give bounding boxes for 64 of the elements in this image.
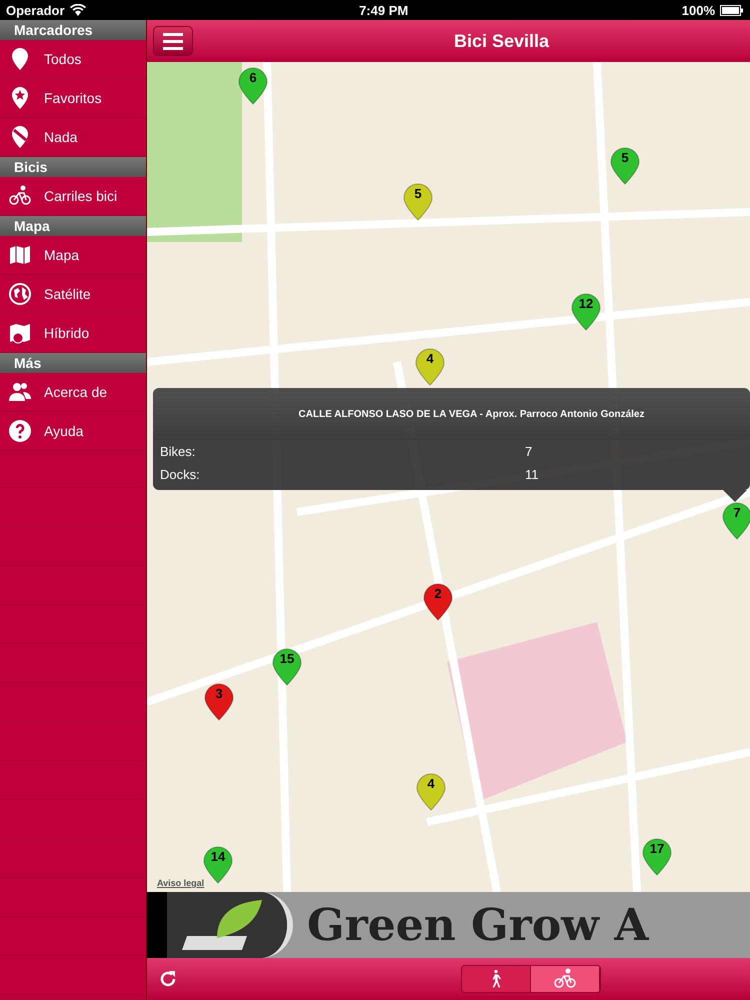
menu-button[interactable]: [153, 26, 193, 56]
section-header: Bicis: [0, 157, 146, 177]
battery-percent: 100%: [682, 2, 715, 18]
section-header: Más: [0, 353, 146, 373]
sidebar-item-label: Satélite: [44, 286, 91, 302]
sidebar-item-label: Todos: [44, 51, 82, 67]
ad-banner[interactable]: Green Grow A: [147, 892, 750, 958]
station-pin[interactable]: [423, 583, 453, 621]
carrier-name: Operador: [6, 2, 65, 18]
walk-mode-button[interactable]: [462, 966, 531, 992]
station-pin[interactable]: [571, 293, 601, 331]
people-icon: [8, 380, 32, 404]
nav-title: Bici Sevilla: [452, 30, 550, 52]
pin-count: 2: [433, 586, 443, 601]
pin-count: 5: [413, 186, 423, 201]
status-time: 7:49 PM: [359, 2, 408, 18]
section-header: Marcadores: [0, 20, 146, 40]
walk-icon: [491, 969, 501, 989]
callout-label: Docks:: [160, 467, 201, 482]
help-icon: [8, 419, 32, 443]
pin-count: 7: [732, 505, 742, 520]
station-pin[interactable]: [203, 846, 233, 884]
pin-count: 14: [210, 849, 226, 864]
map-view[interactable]: 6 5 5 12 4 7 2 15 3 4 17 14 CALLE ALFONSO LASO DE LA VEGA - Aprox. Parroco Antonio González Bikes: 7 Docks: 11 Aviso legal: [147, 62, 750, 892]
station-pin[interactable]: [238, 67, 268, 105]
battery-icon: [720, 4, 744, 16]
sidebar-item-label: Nada: [44, 129, 78, 145]
legal-link[interactable]: Aviso legal: [157, 878, 204, 888]
sidebar-item-label: Favoritos: [44, 90, 102, 106]
pin-count: 5: [620, 150, 630, 165]
sidebar-item-label: Acerca de: [44, 384, 108, 400]
station-pin[interactable]: [642, 838, 672, 876]
station-pin[interactable]: [415, 348, 445, 386]
pin-count: 6: [248, 70, 258, 85]
leaf-tablet-icon: [167, 892, 293, 958]
pin-count: 12: [578, 296, 594, 311]
station-pin[interactable]: [272, 648, 302, 686]
sidebar-item-label: Carriles bici: [44, 188, 118, 204]
callout-value: 11: [525, 467, 538, 482]
station-pin[interactable]: [416, 773, 446, 811]
callout-label: Bikes:: [160, 444, 196, 459]
refresh-icon[interactable]: [159, 970, 177, 988]
pin-count: 17: [648, 841, 666, 856]
sidebar-item-label: Híbrido: [44, 325, 90, 341]
pin-count: 3: [214, 686, 224, 701]
station-pin[interactable]: [403, 183, 433, 221]
map-icon: [8, 243, 32, 267]
pin-count: 4: [425, 351, 435, 366]
pin-count: 15: [278, 651, 296, 666]
pin-count: 4: [426, 776, 436, 791]
section-header: Mapa: [0, 216, 146, 236]
travel-mode-control[interactable]: [461, 965, 601, 993]
banner-text: Green Grow A: [307, 900, 648, 950]
globe-icon: [8, 282, 32, 306]
callout-value: 7: [525, 444, 532, 459]
sidebar-item-label: Mapa: [44, 247, 80, 263]
sidebar-item-label: Ayuda: [44, 423, 84, 439]
station-name: CALLE ALFONSO LASO DE LA VEGA - Aprox. Parroco Antonio González: [153, 388, 750, 440]
station-pin[interactable]: [610, 147, 640, 185]
wifi-icon: [70, 4, 86, 16]
station-pin[interactable]: [204, 683, 234, 721]
callout-pointer: [723, 490, 747, 502]
hybrid-icon: [8, 321, 32, 345]
station-pin[interactable]: [722, 502, 750, 540]
